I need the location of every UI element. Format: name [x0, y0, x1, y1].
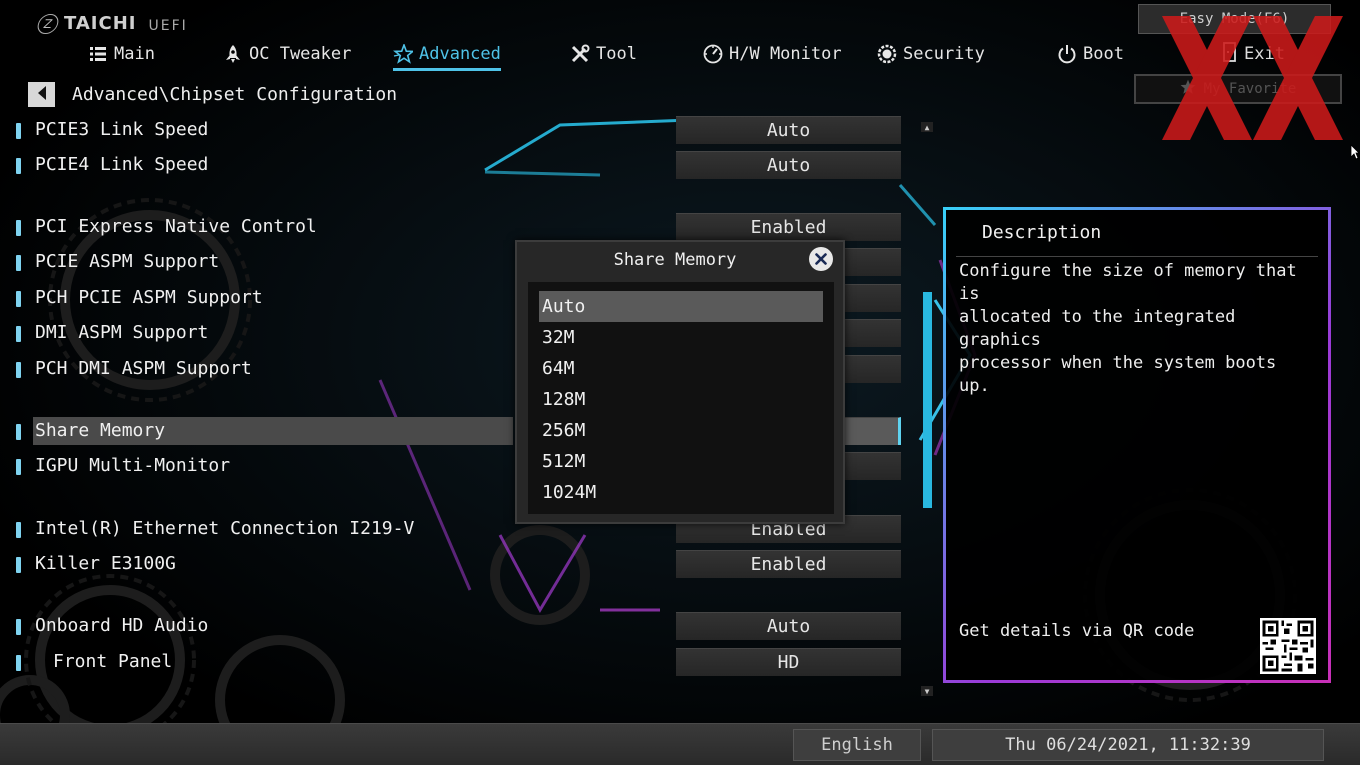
- tab-label: Boot: [1083, 44, 1124, 64]
- tab-label: Tool: [596, 44, 637, 64]
- rocket-icon: [223, 44, 243, 64]
- setting-label: PCH DMI ASPM Support: [35, 358, 252, 379]
- close-icon: [815, 250, 827, 269]
- option-64m[interactable]: 64M: [539, 353, 823, 384]
- setting-row-onboard-hd-audio[interactable]: Onboard HD Audio Auto: [0, 612, 905, 642]
- tab-label: Main: [114, 44, 155, 64]
- setting-label: PCH PCIE ASPM Support: [35, 287, 263, 308]
- shield-icon: [877, 44, 897, 64]
- item-bullet-icon: [16, 424, 21, 440]
- setting-label: Front Panel: [53, 651, 173, 672]
- tab-label: Security: [903, 44, 985, 64]
- status-bar: English Thu 06/24/2021, 11:32:39: [0, 723, 1360, 765]
- item-bullet-icon: [16, 557, 21, 573]
- tab-oc-tweaker[interactable]: OC Tweaker: [223, 40, 351, 68]
- main-tabs: Main OC Tweaker Advanced Tool H/W Monito…: [0, 40, 1130, 71]
- brand-logo: Z TAICHI UEFI: [35, 10, 188, 34]
- setting-row-front-panel[interactable]: Front Panel HD: [0, 648, 905, 678]
- option-512m[interactable]: 512M: [539, 446, 823, 477]
- option-128m[interactable]: 128M: [539, 384, 823, 415]
- tab-label: H/W Monitor: [729, 44, 842, 64]
- tools-icon: [570, 44, 590, 64]
- datetime-display: Thu 06/24/2021, 11:32:39: [932, 729, 1324, 761]
- description-panel: Description Configure the size of memory…: [943, 207, 1331, 683]
- item-bullet-icon: [16, 655, 21, 671]
- setting-value[interactable]: Auto: [676, 116, 901, 144]
- option-list: Auto 32M 64M 128M 256M 512M 1024M: [528, 282, 834, 514]
- setting-label: Intel(R) Ethernet Connection I219-V: [35, 518, 415, 539]
- setting-row-pci-express-native-control[interactable]: PCI Express Native Control Enabled: [0, 213, 905, 243]
- star-icon: [393, 44, 413, 64]
- dialog-title: Share Memory: [613, 250, 737, 270]
- tab-main[interactable]: Main: [88, 40, 155, 68]
- tab-hw-monitor[interactable]: H/W Monitor: [703, 40, 842, 68]
- option-256m[interactable]: 256M: [539, 415, 823, 446]
- option-32m[interactable]: 32M: [539, 322, 823, 353]
- description-text: Configure the size of memory that is all…: [959, 261, 1297, 396]
- setting-label: PCIE4 Link Speed: [35, 154, 209, 175]
- tab-tool[interactable]: Tool: [570, 40, 637, 68]
- setting-label: Share Memory: [35, 420, 166, 441]
- scrollbar-thumb[interactable]: [923, 292, 932, 508]
- item-bullet-icon: [16, 255, 21, 271]
- divider: [956, 256, 1318, 257]
- setting-label: PCIE3 Link Speed: [35, 119, 209, 140]
- gauge-icon: [703, 44, 723, 64]
- option-1024m[interactable]: 1024M: [539, 477, 823, 508]
- arrow-left-icon: [37, 85, 47, 104]
- brand-subtitle: UEFI: [148, 18, 188, 34]
- item-bullet-icon: [16, 522, 21, 538]
- setting-value[interactable]: HD: [676, 648, 901, 676]
- setting-label: Onboard HD Audio: [35, 615, 209, 636]
- item-bullet-icon: [16, 619, 21, 635]
- item-bullet-icon: [16, 362, 21, 378]
- setting-label: PCIE ASPM Support: [35, 251, 220, 272]
- item-bullet-icon: [16, 158, 21, 174]
- language-button[interactable]: English: [793, 729, 921, 761]
- close-button[interactable]: [809, 247, 833, 271]
- setting-label: IGPU Multi-Monitor: [35, 455, 231, 476]
- settings-scrollbar[interactable]: ▲ ▼: [921, 122, 933, 696]
- tab-advanced[interactable]: Advanced: [393, 40, 501, 71]
- item-bullet-icon: [16, 326, 21, 342]
- item-bullet-icon: [16, 291, 21, 307]
- setting-value[interactable]: Auto: [676, 612, 901, 640]
- tab-label: OC Tweaker: [249, 44, 352, 64]
- item-bullet-icon: [16, 123, 21, 139]
- scroll-up-arrow-icon[interactable]: ▲: [921, 122, 933, 132]
- taichi-mark-icon: Z: [35, 14, 61, 34]
- setting-value[interactable]: Auto: [676, 151, 901, 179]
- setting-label: DMI ASPM Support: [35, 322, 209, 343]
- list-icon: [88, 44, 108, 64]
- setting-value[interactable]: Enabled: [676, 213, 901, 241]
- tab-label: Advanced: [419, 44, 501, 64]
- option-auto[interactable]: Auto: [539, 291, 823, 322]
- setting-label: Killer E3100G: [35, 553, 176, 574]
- setting-row-pcie4-link-speed[interactable]: PCIE4 Link Speed Auto: [0, 151, 905, 181]
- breadcrumb: Advanced\Chipset Configuration: [72, 84, 398, 105]
- setting-row-pcie3-link-speed[interactable]: PCIE3 Link Speed Auto: [0, 116, 905, 146]
- setting-value[interactable]: Enabled: [676, 550, 901, 578]
- qr-code-icon: [1260, 618, 1316, 674]
- description-title: Description: [982, 222, 1102, 243]
- share-memory-dialog: Share Memory Auto 32M 64M 128M 256M 512M…: [515, 240, 845, 524]
- power-icon: [1057, 44, 1077, 64]
- qr-caption: Get details via QR code: [959, 621, 1195, 641]
- back-button[interactable]: [28, 82, 55, 107]
- item-bullet-icon: [16, 220, 21, 236]
- tab-security[interactable]: Security: [877, 40, 985, 68]
- item-bullet-icon: [16, 459, 21, 475]
- mouse-pointer-icon: [1350, 144, 1360, 160]
- scroll-down-arrow-icon[interactable]: ▼: [921, 686, 933, 696]
- tab-boot[interactable]: Boot: [1057, 40, 1124, 68]
- brand-name: TAICHI: [64, 13, 137, 34]
- setting-label: PCI Express Native Control: [35, 216, 317, 237]
- xx-watermark-logo: [1162, 16, 1343, 140]
- setting-row-killer-e3100g[interactable]: Killer E3100G Enabled: [0, 550, 905, 580]
